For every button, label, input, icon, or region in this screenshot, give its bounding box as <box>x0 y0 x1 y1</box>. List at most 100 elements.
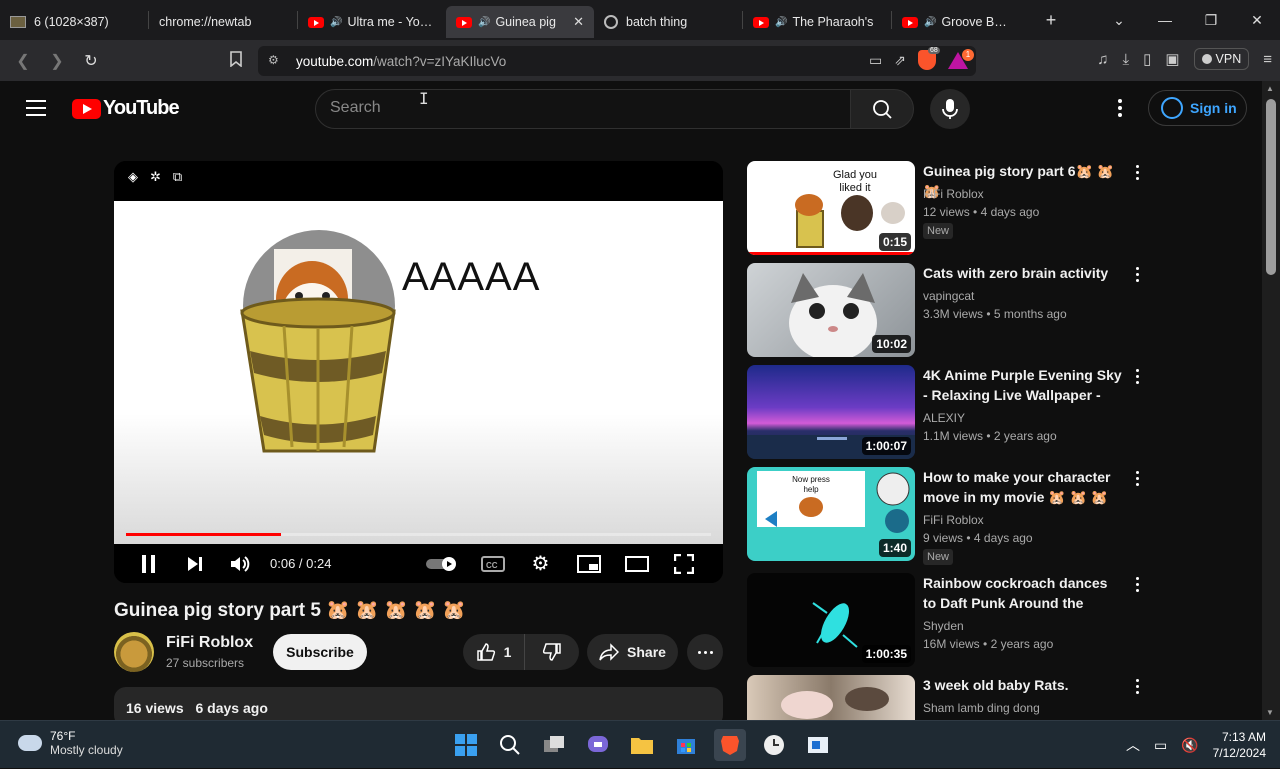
wallet-icon[interactable]: ▣ <box>1165 50 1179 68</box>
recommendation-item[interactable]: Glad you liked it 0:15 Guinea pig story … <box>747 161 1147 255</box>
recommendation-title[interactable]: Rainbow cockroach dances to Daft Punk Ar… <box>923 573 1123 613</box>
channel-avatar[interactable] <box>114 632 154 672</box>
miniplayer-button[interactable] <box>577 554 602 573</box>
vpn-button[interactable]: VPN <box>1193 48 1250 70</box>
tab-search-chevron-icon[interactable]: ⌄ <box>1096 12 1142 29</box>
forward-button[interactable]: ❯ <box>40 51 74 71</box>
voice-search-button[interactable] <box>930 89 970 129</box>
scrollbar-thumb[interactable] <box>1266 99 1276 275</box>
taskbar-clock[interactable]: 7:13 AM 7/12/2024 <box>1213 729 1266 761</box>
close-window-button[interactable]: ✕ <box>1234 12 1280 29</box>
share-button[interactable]: Share <box>587 634 678 670</box>
address-bar[interactable]: ⚙ youtube.com/watch?v=zIYaKIlucVo ▭ ⇗ 68… <box>258 46 976 76</box>
more-actions-button[interactable] <box>687 634 723 670</box>
download-icon[interactable]: ⤓ <box>1122 51 1129 68</box>
speaker-icon[interactable]: 🔊 <box>478 17 490 28</box>
site-settings-icon[interactable]: ⚙ <box>268 53 284 69</box>
progress-bar[interactable] <box>126 533 711 536</box>
captions-button[interactable]: CC <box>481 555 506 573</box>
search-input[interactable] <box>330 99 810 117</box>
recommendation-channel[interactable]: FiFi Roblox <box>923 513 984 527</box>
dislike-button[interactable] <box>525 634 579 670</box>
next-button[interactable] <box>184 555 206 573</box>
settings-kebab-icon[interactable] <box>1110 99 1130 119</box>
recommendation-menu-icon[interactable] <box>1133 165 1141 183</box>
taskbar-search-button[interactable] <box>494 729 526 761</box>
minimize-button[interactable]: — <box>1142 12 1188 28</box>
browser-menu-icon[interactable]: ≡ <box>1263 51 1272 68</box>
recommendation-item[interactable]: Now press help 1:40 How to make your cha… <box>747 467 1147 565</box>
sidebar-icon[interactable]: ▯ <box>1143 50 1151 68</box>
speaker-icon[interactable]: 🔊 <box>775 17 787 28</box>
brave-browser-button[interactable] <box>714 729 746 761</box>
url-text[interactable]: youtube.com/watch?v=zIYaKIlucVo <box>296 54 506 69</box>
tab-image[interactable]: 6 (1028×387) <box>0 6 148 38</box>
video-thumbnail[interactable]: Now press help 1:40 <box>747 467 915 561</box>
scroll-up-arrow-icon[interactable]: ▲ <box>1266 84 1274 93</box>
music-note-icon[interactable]: ♫ <box>1097 51 1108 68</box>
video-thumbnail[interactable]: Glad you liked it 0:15 <box>747 161 915 255</box>
autoplay-toggle[interactable] <box>425 556 459 572</box>
tab-newtab[interactable]: chrome://newtab <box>149 6 297 38</box>
windows-start-button[interactable] <box>450 729 482 761</box>
video-thumbnail[interactable] <box>747 675 915 720</box>
video-thumbnail[interactable]: 1:00:07 <box>747 365 915 459</box>
tab-batch-thing[interactable]: batch thing <box>594 6 742 38</box>
tab-groove-battle[interactable]: 🔊 Groove Battle <box>892 6 1022 38</box>
youtube-logo[interactable]: YouTube <box>72 97 180 120</box>
like-button[interactable]: 1 <box>463 634 525 670</box>
remote-desktop-button[interactable] <box>802 729 834 761</box>
recommendation-item[interactable]: 1:00:07 4K Anime Purple Evening Sky - Re… <box>747 365 1147 459</box>
teams-chat-button[interactable] <box>582 729 614 761</box>
speaker-icon[interactable]: 🔊 <box>924 17 936 28</box>
copy-icon[interactable]: ⧉ <box>173 169 182 185</box>
file-explorer-button[interactable] <box>626 729 658 761</box>
recommendation-menu-icon[interactable] <box>1133 679 1141 697</box>
theater-mode-button[interactable] <box>625 555 650 572</box>
speaker-icon[interactable]: 🔊 <box>330 17 342 28</box>
brave-shields-icon[interactable]: 68 <box>918 47 940 70</box>
volume-button[interactable] <box>230 555 252 573</box>
recommendation-channel[interactable]: Sham lamb ding dong <box>923 701 1040 715</box>
close-tab-icon[interactable]: ✕ <box>573 14 584 30</box>
task-view-button[interactable] <box>538 729 570 761</box>
roblox-icon[interactable]: ◈ <box>128 169 138 185</box>
video-frame[interactable]: AAAAA <box>114 201 723 544</box>
reload-button[interactable]: ↻ <box>74 51 108 71</box>
weather-widget[interactable]: 76°F Mostly cloudy <box>18 729 123 757</box>
bookmark-icon[interactable] <box>219 51 253 72</box>
recommendation-menu-icon[interactable] <box>1133 471 1141 489</box>
recommendation-title[interactable]: How to make your character move in my mo… <box>923 467 1123 507</box>
settings-button[interactable]: ⚙ <box>529 551 551 576</box>
volume-muted-icon[interactable]: 🔇 <box>1181 737 1198 754</box>
brave-rewards-icon[interactable]: 1 <box>948 48 974 69</box>
subscribe-button[interactable]: Subscribe <box>273 634 367 670</box>
recommendation-title[interactable]: Cats with zero brain activity <box>923 263 1123 283</box>
clock-app-button[interactable] <box>758 729 790 761</box>
recommendation-menu-icon[interactable] <box>1133 267 1141 285</box>
recommendation-item[interactable]: 3 week old baby Rats. Sham lamb ding don… <box>747 675 1147 720</box>
recommendation-item[interactable]: 10:02 Cats with zero brain activity vapi… <box>747 263 1147 357</box>
tab-ultra-me[interactable]: 🔊 Ultra me - YouTube <box>298 6 446 38</box>
show-hidden-icons-chevron-icon[interactable]: ︿ <box>1126 735 1140 755</box>
page-scrollbar[interactable]: ▲ ▼ <box>1262 81 1280 720</box>
recommendation-channel[interactable]: vapingcat <box>923 289 974 303</box>
sign-in-button[interactable]: Sign in <box>1148 90 1247 126</box>
recommendation-title[interactable]: 4K Anime Purple Evening Sky - Relaxing L… <box>923 365 1123 405</box>
tab-guinea-pig[interactable]: 🔊 Guinea pig ✕ <box>446 6 594 38</box>
back-button[interactable]: ❮ <box>6 51 40 71</box>
share-page-icon[interactable]: ⇗ <box>894 52 906 69</box>
pause-button[interactable] <box>138 554 160 574</box>
recommendation-channel[interactable]: FiFi Roblox <box>923 187 984 201</box>
recommendation-menu-icon[interactable] <box>1133 577 1141 595</box>
recommendation-item[interactable]: 1:00:35 Rainbow cockroach dances to Daft… <box>747 573 1147 667</box>
recommendation-menu-icon[interactable] <box>1133 369 1141 387</box>
store-button[interactable] <box>670 729 702 761</box>
channel-name[interactable]: FiFi Roblox <box>166 634 253 652</box>
hamburger-menu-icon[interactable] <box>26 100 46 116</box>
maximize-button[interactable]: ❐ <box>1188 12 1234 29</box>
gear-small-icon[interactable]: ✲ <box>150 169 161 185</box>
tab-pharaoh[interactable]: 🔊 The Pharaoh's <box>743 6 891 38</box>
network-icon[interactable]: ▭ <box>1154 737 1167 754</box>
search-button[interactable] <box>850 89 914 129</box>
